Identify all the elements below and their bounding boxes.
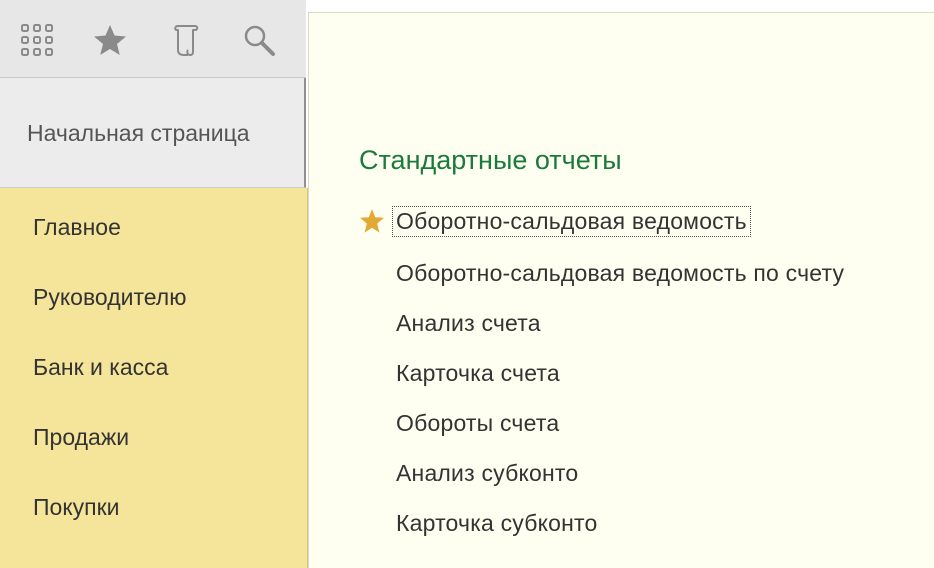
report-link-account-turnover[interactable]: Обороты счета	[396, 410, 559, 437]
section-item-sales[interactable]: Продажи	[33, 424, 129, 451]
home-page-tab[interactable]: Начальная страница	[0, 78, 306, 188]
favorite-star-icon[interactable]	[359, 208, 385, 234]
search-icon[interactable]	[241, 22, 277, 58]
home-page-tab-label[interactable]: Начальная страница	[27, 120, 250, 147]
section-item-bank-cash[interactable]: Банк и касса	[33, 354, 168, 381]
star-icon[interactable]	[92, 22, 128, 58]
group-title: Стандартные отчеты	[359, 145, 622, 175]
toolbar	[0, 0, 306, 78]
history-scroll-icon[interactable]	[168, 22, 204, 58]
top-gap	[306, 0, 934, 12]
sections-panel: Главное Руководителю Банк и касса Продаж…	[0, 188, 308, 568]
report-link-trial-balance[interactable]: Оборотно-сальдовая ведомость	[392, 206, 751, 237]
section-item-purchases[interactable]: Покупки	[33, 494, 120, 521]
report-link-account-analysis[interactable]: Анализ счета	[396, 310, 541, 337]
report-link-subconto-analysis[interactable]: Анализ субконто	[396, 460, 578, 487]
app-window: Начальная страница Главное Руководителю …	[0, 0, 934, 568]
section-item-main[interactable]: Главное	[33, 214, 121, 241]
apps-grid-icon[interactable]	[19, 22, 55, 58]
report-link-account-trial-balance[interactable]: Оборотно-сальдовая ведомость по счету	[396, 260, 844, 287]
report-link-subconto-card[interactable]: Карточка субконто	[396, 510, 597, 537]
section-item-manager[interactable]: Руководителю	[33, 284, 186, 311]
reports-panel: Стандартные отчеты Оборотно-сальдовая ве…	[308, 12, 934, 568]
report-link-account-card[interactable]: Карточка счета	[396, 360, 560, 387]
